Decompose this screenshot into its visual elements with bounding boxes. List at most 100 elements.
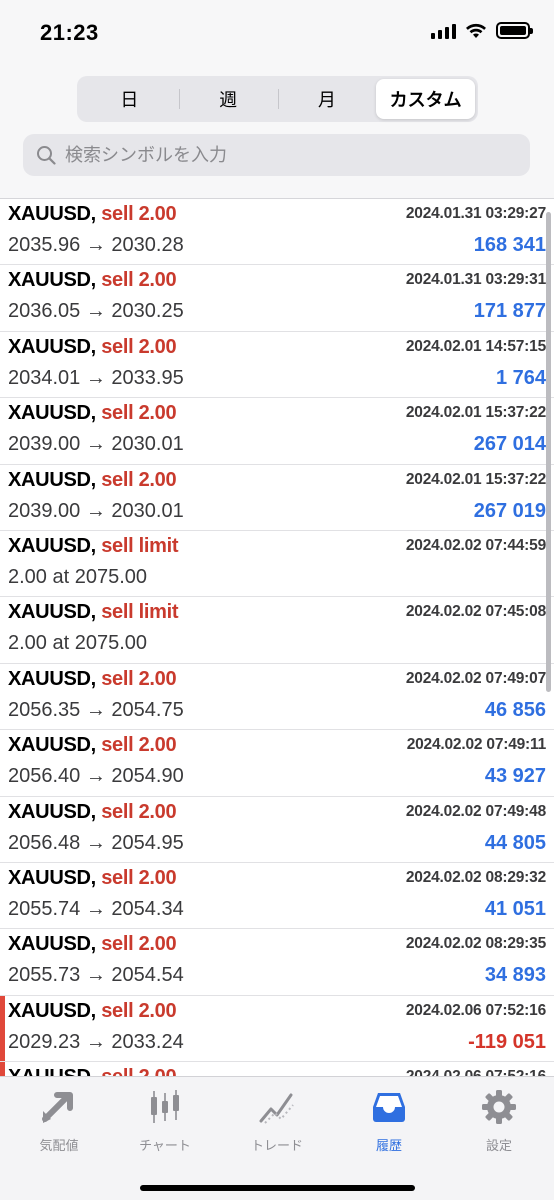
period-tab-3[interactable]: カスタム	[376, 79, 475, 119]
tab-trade-line[interactable]: トレード	[227, 1087, 327, 1157]
trade-row[interactable]: XAUUSD, sell 2.00 2024.02.01 14:57:15 2034…	[0, 331, 554, 399]
tab-inbox-history[interactable]: 履歴	[339, 1087, 439, 1157]
trade-prices: 2039.00 → 2030.01	[8, 499, 184, 522]
tab-quotes-arrow[interactable]: 気配値	[9, 1087, 109, 1157]
trade-side: sell 2.00	[101, 402, 177, 425]
trade-row[interactable]: XAUUSD, sell 2.00 2024.02.02 07:49:11 2056…	[0, 730, 554, 797]
trade-row[interactable]: XAUUSD, sell 2.00 2024.01.31 03:29:27 2035…	[0, 199, 554, 266]
trade-side: sell 2.00	[101, 667, 177, 690]
trade-symbol: XAUUSD, sell 2.00	[8, 800, 177, 824]
trade-row[interactable]: XAUUSD, sell 2.00 2024.02.02 07:49:07 2056…	[0, 663, 554, 731]
trade-time: 2024.02.01 15:37:22	[405, 470, 546, 488]
trade-symbol: XAUUSD, sell 2.00	[8, 269, 177, 292]
trade-symbol: XAUUSD, sell 2.00	[8, 866, 177, 890]
symbol-name: XAUUSD	[8, 734, 91, 757]
trade-side: sell 2.00	[101, 269, 177, 292]
trade-time: 2024.02.01 14:57:15	[405, 337, 546, 355]
trade-time: 2024.02.02 07:44:59	[405, 536, 546, 554]
trade-time: 2024.02.06 07:52:16	[406, 1068, 546, 1076]
scrollbar[interactable]	[546, 212, 551, 692]
trade-time: 2024.02.02 07:45:08	[405, 603, 546, 621]
tab-candlestick-chart[interactable]: チャート	[115, 1087, 215, 1157]
trade-prices: 2029.23 → 2033.24	[8, 1030, 184, 1053]
trade-symbol: XAUUSD, sell limit	[8, 534, 179, 558]
tab-label: 設定	[485, 1138, 512, 1153]
tab-label: 履歴	[375, 1138, 402, 1153]
bottom-tab-bar: 気配値 チャート トレード 履歴 設定	[0, 1076, 554, 1200]
trade-row[interactable]: XAUUSD, sell 2.00 2024.02.06 07:52:16	[0, 1062, 554, 1076]
trade-row[interactable]: XAUUSD, sell 2.00 2024.02.01 15:37:22 2039…	[0, 464, 554, 531]
trade-prices: 2056.48 → 2054.95	[8, 831, 184, 854]
wifi-icon	[466, 23, 486, 38]
trade-symbol: XAUUSD, sell 2.00	[8, 203, 177, 226]
symbol-name: XAUUSD	[8, 335, 91, 358]
period-tab-2[interactable]: 月	[277, 79, 377, 119]
trade-prices: 2055.73 → 2054.54	[8, 964, 184, 987]
symbol-name: XAUUSD	[8, 601, 91, 624]
period-tab-0[interactable]: 日	[80, 79, 179, 119]
trade-row[interactable]: XAUUSD, sell limit 2024.02.02 07:44:59 2.0…	[0, 530, 554, 598]
trade-side: sell 2.00	[101, 335, 177, 358]
trade-row[interactable]: XAUUSD, sell 2.00 2024.01.31 03:29:31 2036…	[0, 265, 554, 332]
trade-time: 2024.02.02 07:49:07	[405, 669, 546, 687]
trade-side: sell 2.00	[101, 866, 177, 889]
status-icons	[431, 22, 533, 39]
trade-side: sell 2.00	[101, 999, 177, 1022]
trade-side: sell limit	[101, 601, 179, 624]
trade-time: 2024.02.01 15:37:22	[405, 404, 546, 422]
trade-symbol: XAUUSD, sell limit	[8, 601, 179, 624]
trade-symbol: XAUUSD, sell 2.00	[8, 933, 177, 956]
symbol-name: XAUUSD	[8, 933, 91, 956]
trade-prices: 2036.05 → 2030.25	[8, 300, 184, 323]
trade-side: sell 2.00	[101, 800, 177, 823]
trade-profit: 46 856	[484, 698, 546, 721]
tab-gear[interactable]: 設定	[449, 1087, 549, 1157]
trade-profit: 267 019	[473, 499, 546, 522]
symbol-name: XAUUSD	[8, 203, 91, 225]
trade-time: 2024.02.02 07:49:48	[405, 802, 546, 820]
header: 21:23 日週月カスタム	[0, 0, 554, 198]
trade-row[interactable]: XAUUSD, sell limit 2024.02.02 07:45:08 2.0…	[0, 597, 554, 664]
trade-profit: 41 051	[484, 897, 546, 920]
search-bar[interactable]	[23, 134, 530, 176]
trade-row[interactable]: XAUUSD, sell 2.00 2024.02.02 08:29:32 2055…	[0, 862, 554, 930]
trade-line-icon	[257, 1087, 297, 1127]
trade-time: 2024.02.02 08:29:32	[405, 868, 546, 886]
trade-row[interactable]: XAUUSD, sell 2.00 2024.02.01 15:37:22 2039…	[0, 398, 554, 465]
search-input[interactable]	[65, 144, 505, 166]
trade-symbol: XAUUSD, sell 2.00	[8, 667, 177, 691]
period-segmented-control: 日週月カスタム	[77, 76, 478, 122]
trade-row[interactable]: XAUUSD, sell 2.00 2024.02.02 07:49:48 2056…	[0, 796, 554, 863]
trade-side: sell 2.00	[101, 468, 177, 491]
trade-profit: 168 341	[473, 234, 546, 256]
symbol-name: XAUUSD	[8, 800, 91, 823]
period-tab-1[interactable]: 週	[178, 79, 278, 119]
search-icon	[35, 144, 57, 166]
cellular-signal-icon	[431, 23, 456, 39]
trade-prices: 2056.40 → 2054.90	[8, 765, 184, 788]
trade-side: sell 2.00	[101, 203, 177, 225]
trade-symbol: XAUUSD, sell 2.00	[8, 468, 177, 492]
trade-symbol: XAUUSD, sell 2.00	[8, 402, 177, 425]
trade-history-list[interactable]: XAUUSD, sell 2.00 2024.01.31 03:29:27 2035…	[0, 198, 554, 1076]
symbol-name: XAUUSD	[8, 402, 91, 425]
symbol-name: XAUUSD	[8, 866, 91, 889]
trade-row[interactable]: XAUUSD, sell 2.00 2024.02.06 07:52:16 2029…	[0, 995, 554, 1063]
trade-side: sell limit	[101, 534, 179, 557]
trade-prices: 2034.01 → 2033.95	[8, 366, 184, 389]
trade-side: sell 2.00	[101, 933, 177, 956]
candlestick-chart-icon	[145, 1087, 185, 1127]
quotes-arrow-icon	[39, 1087, 79, 1127]
trade-time: 2024.02.06 07:52:16	[405, 1001, 546, 1019]
trade-prices: 2.00 at 2075.00	[8, 632, 148, 655]
trade-profit: 171 877	[473, 300, 546, 323]
symbol-name: XAUUSD	[8, 534, 91, 557]
trade-prices: 2035.96 → 2030.28	[8, 234, 184, 256]
home-indicator	[140, 1185, 415, 1191]
trade-row[interactable]: XAUUSD, sell 2.00 2024.02.02 08:29:35 2055…	[0, 929, 554, 996]
status-time: 21:23	[40, 20, 99, 45]
trade-symbol: XAUUSD, sell 2.00	[8, 335, 177, 359]
status-bar: 21:23	[0, 0, 554, 66]
trade-symbol: XAUUSD, sell 2.00	[8, 734, 177, 757]
inbox-history-icon	[369, 1087, 409, 1127]
